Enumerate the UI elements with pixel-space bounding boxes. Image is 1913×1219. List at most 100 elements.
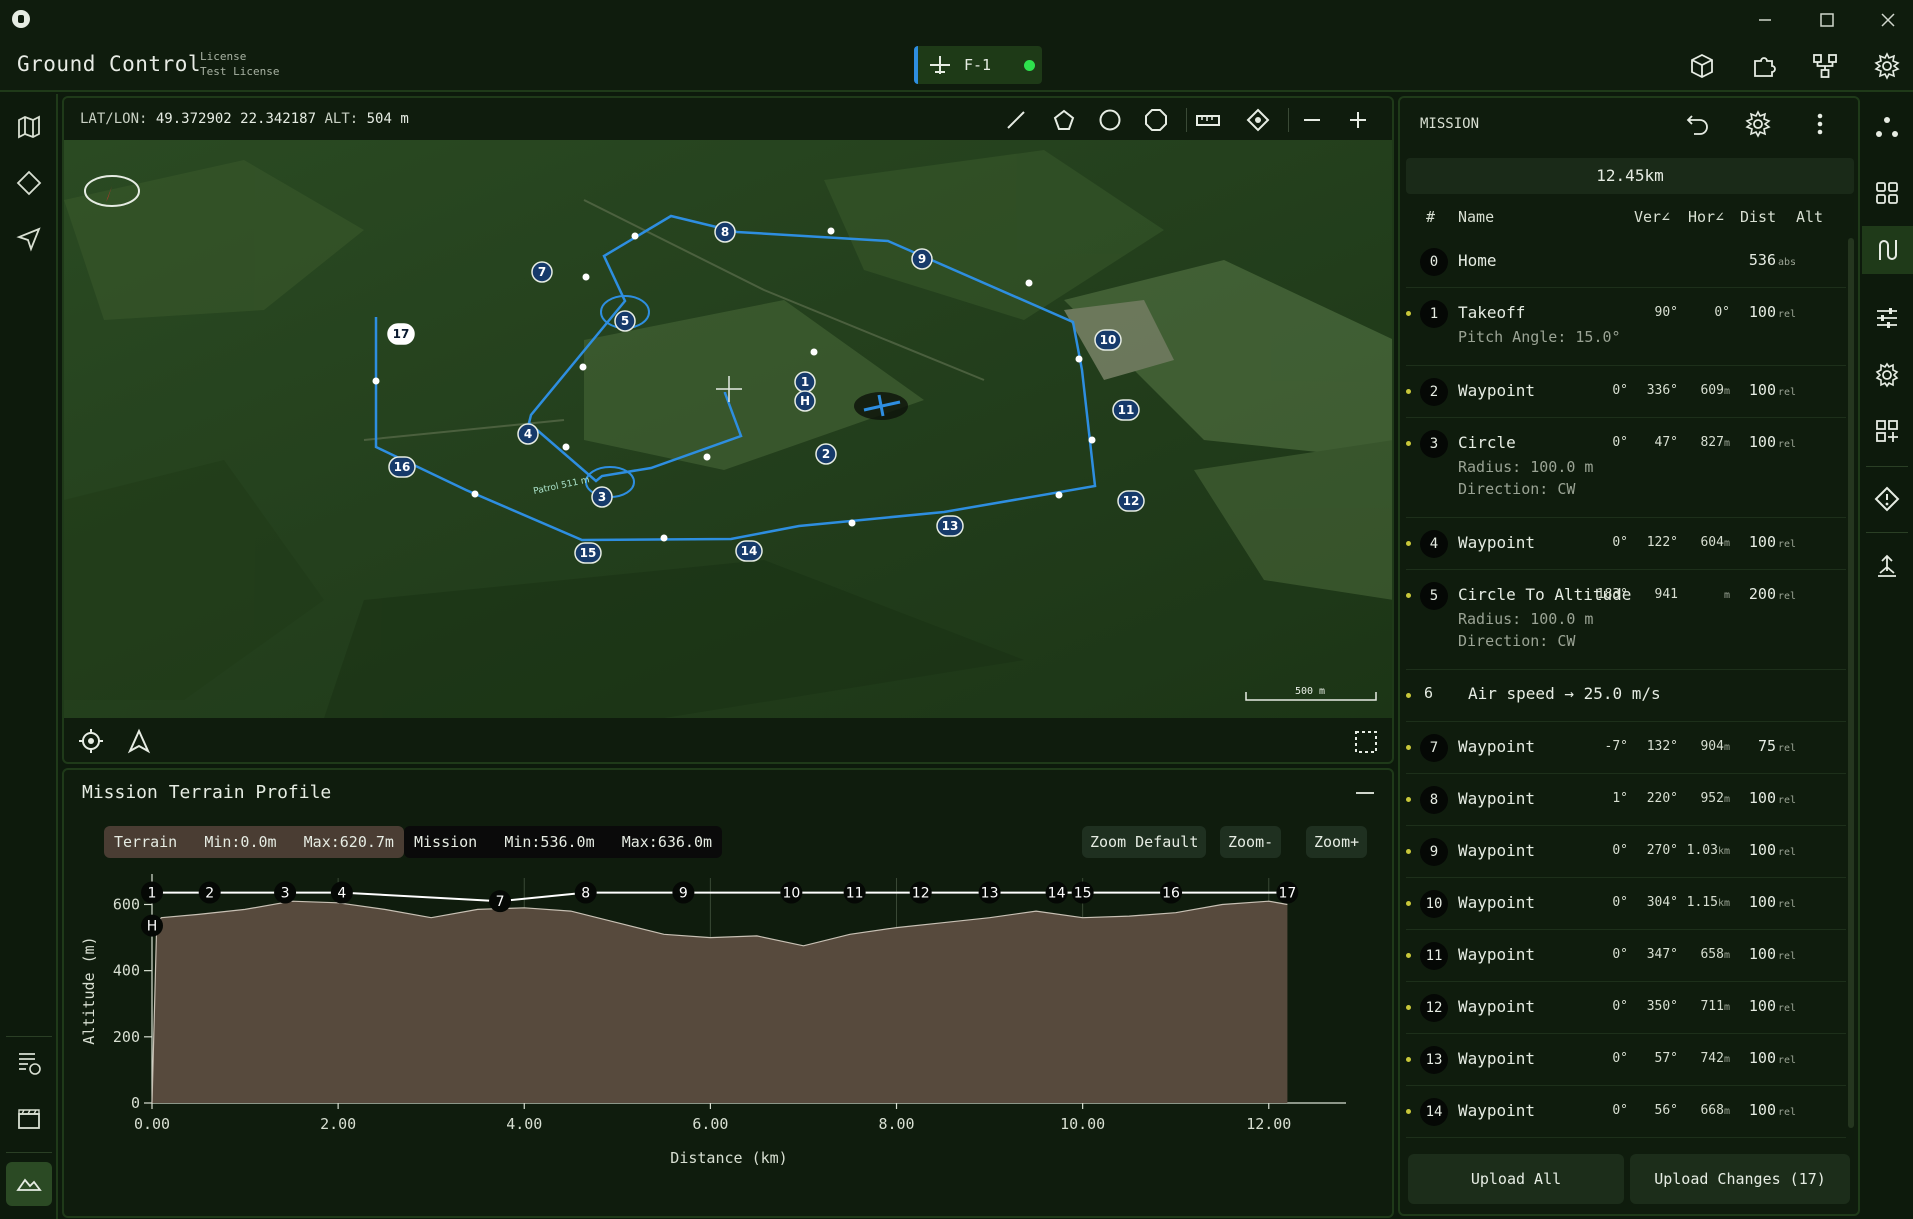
waypoint-marker-9[interactable]: 9 — [911, 248, 933, 270]
clapper-icon[interactable] — [16, 1106, 42, 1132]
header-dist[interactable]: Dist — [1740, 208, 1776, 226]
profile-point-13[interactable]: 13 — [978, 881, 1001, 904]
mission-item-row[interactable]: 13 Waypoint 0° 57° 742m 100 rel — [1406, 1034, 1846, 1086]
close-icon[interactable] — [1873, 8, 1903, 32]
waypoint-marker-13[interactable]: 13 — [936, 515, 964, 537]
sliders-icon[interactable] — [1874, 305, 1900, 331]
profile-point-12[interactable]: 12 — [909, 881, 932, 904]
nodes-icon[interactable] — [1874, 114, 1900, 140]
diamond-icon[interactable] — [16, 170, 42, 196]
profile-point-9[interactable]: 9 — [672, 881, 695, 904]
profile-point-3[interactable]: 3 — [274, 881, 297, 904]
puzzle-icon[interactable] — [1750, 52, 1778, 80]
upload-changes-button[interactable]: Upload Changes (17) — [1630, 1154, 1850, 1204]
mission-item-row[interactable]: 11 Waypoint 0° 347° 658m 100 rel — [1406, 930, 1846, 982]
vehicle-selector[interactable]: F-1 — [914, 46, 1042, 84]
mission-item-row[interactable]: 12 Waypoint 0° 350° 711m 100 rel — [1406, 982, 1846, 1034]
terrain-chart-svg[interactable]: 0.00 2.00 4.00 6.00 8.00 10.00 12.00 0 200 400 600… — [64, 866, 1394, 1218]
zoom-out-button[interactable]: Zoom- — [1220, 826, 1282, 858]
mission-item-row[interactable]: 5 Circle To Altitude Radius: 100.0 m Direct… — [1406, 570, 1846, 670]
mission-item-row[interactable]: 14 Waypoint 0° 56° 668m 100 rel — [1406, 1086, 1846, 1138]
waypoint-marker-14[interactable]: 14 — [735, 540, 763, 562]
profile-point-15[interactable]: 15 — [1071, 881, 1094, 904]
aircraft-icon[interactable] — [854, 392, 908, 420]
header-alt[interactable]: Alt — [1796, 208, 1823, 226]
navigate-icon[interactable] — [126, 728, 152, 754]
waypoint-marker-3[interactable]: 3 — [591, 486, 613, 508]
waypoint-marker-1[interactable]: 1 — [794, 371, 816, 393]
send-icon[interactable] — [16, 226, 42, 252]
mission-item-row[interactable]: 3 Circle Radius: 100.0 m Direction: CW 0° 47°… — [1406, 418, 1846, 518]
waypoint-marker-h[interactable]: H — [794, 390, 816, 412]
select-area-icon[interactable] — [1354, 730, 1378, 754]
satellite-map[interactable]: 500 m 1 H 2 3 4 5 7 8 9 10 11 12 13 14 15 16 17 Patrol 51… — [64, 140, 1394, 718]
mission-item-row[interactable]: 4 Waypoint 0° 122° 604m 100 rel — [1406, 518, 1846, 570]
mission-item-row[interactable]: 0 Home 536 abs — [1406, 236, 1846, 288]
more-vertical-icon[interactable] — [1806, 110, 1834, 138]
zoom-out-icon[interactable] — [1300, 108, 1324, 132]
waypoint-marker-16[interactable]: 16 — [388, 456, 416, 478]
gear-icon[interactable] — [1873, 52, 1901, 80]
header-ver[interactable]: Ver∠ — [1634, 208, 1670, 226]
grid-icon[interactable] — [1874, 180, 1900, 206]
upload-all-button[interactable]: Upload All — [1408, 1154, 1624, 1204]
zoom-default-button[interactable]: Zoom Default — [1082, 826, 1207, 858]
zoom-in-icon[interactable] — [1346, 108, 1370, 132]
waypoint-marker-4[interactable]: 4 — [517, 423, 539, 445]
waypoint-marker-10[interactable]: 10 — [1094, 329, 1122, 351]
mission-item-row[interactable]: 2 Waypoint 0° 336° 609m 100 rel — [1406, 366, 1846, 418]
mission-item-row[interactable]: 6 Air speed → 25.0 m/s — [1406, 670, 1846, 722]
profile-point-h[interactable]: H — [141, 914, 163, 937]
collapse-icon[interactable] — [1356, 792, 1374, 794]
locate-icon[interactable] — [78, 728, 104, 754]
mission-item-row[interactable]: 9 Waypoint 0° 270° 1.03km 100 rel — [1406, 826, 1846, 878]
line-icon[interactable] — [1004, 108, 1028, 132]
waypoint-marker-7[interactable]: 7 — [531, 261, 553, 283]
mission-item-row[interactable]: 7 Waypoint -7° 132° 904m 75 rel — [1406, 722, 1846, 774]
octagon-icon[interactable] — [1144, 108, 1168, 132]
waypoint-marker-11[interactable]: 11 — [1112, 399, 1140, 421]
polygon-icon[interactable] — [1052, 108, 1076, 132]
add-widget-icon[interactable] — [1874, 418, 1900, 444]
mission-item-row[interactable]: 8 Waypoint 1° 220° 952m 100 rel — [1406, 774, 1846, 826]
cube-icon[interactable] — [1688, 52, 1716, 80]
profile-point-11[interactable]: 11 — [843, 881, 866, 904]
route-icon[interactable] — [1874, 237, 1900, 263]
warning-diamond-icon[interactable] — [1874, 486, 1900, 512]
waypoint-marker-15[interactable]: 15 — [574, 542, 602, 564]
terrain-profile-button[interactable] — [6, 1162, 52, 1206]
header-hor[interactable]: Hor∠ — [1688, 208, 1724, 226]
target-icon[interactable] — [1246, 108, 1270, 132]
mission-item-row[interactable]: 10 Waypoint 0° 304° 1.15km 100 rel — [1406, 878, 1846, 930]
waypoint-marker-5[interactable]: 5 — [614, 310, 636, 332]
map-svg[interactable]: 500 m 1H23457891011121314151617Patrol 51… — [64, 140, 1394, 718]
profile-point-17[interactable]: 17 — [1276, 881, 1299, 904]
minimize-icon[interactable] — [1750, 8, 1780, 32]
mission-settings-icon[interactable] — [1744, 110, 1772, 138]
waypoint-marker-2[interactable]: 2 — [815, 443, 837, 465]
ruler-icon[interactable] — [1196, 108, 1220, 132]
profile-point-4[interactable]: 4 — [330, 881, 353, 904]
maximize-icon[interactable] — [1812, 8, 1842, 32]
network-icon[interactable] — [1811, 52, 1839, 80]
mission-item-row[interactable]: 1 Takeoff Pitch Angle: 15.0° 90° 0° 100 rel — [1406, 288, 1846, 366]
profile-point-1[interactable]: 1 — [141, 881, 163, 904]
terrain-chart[interactable]: 0.00 2.00 4.00 6.00 8.00 10.00 12.00 0 200 400 600… — [64, 866, 1394, 1218]
log-icon[interactable] — [16, 1050, 42, 1076]
map-icon[interactable] — [16, 114, 42, 140]
mission-scrollbar[interactable] — [1848, 238, 1854, 1128]
profile-point-2[interactable]: 2 — [198, 881, 221, 904]
profile-point-10[interactable]: 10 — [780, 881, 803, 904]
undo-icon[interactable] — [1684, 110, 1712, 138]
waypoint-marker-17[interactable]: 17 — [387, 323, 415, 345]
gear-icon[interactable] — [1874, 362, 1900, 388]
waypoint-marker-12[interactable]: 12 — [1117, 490, 1145, 512]
profile-point-14[interactable]: 14 — [1045, 881, 1068, 904]
landing-icon[interactable] — [1874, 553, 1900, 579]
profile-point-8[interactable]: 8 — [574, 881, 597, 904]
circle-icon[interactable] — [1098, 108, 1122, 132]
zoom-in-button[interactable]: Zoom+ — [1306, 826, 1368, 858]
profile-point-7[interactable]: 7 — [489, 890, 512, 913]
profile-point-16[interactable]: 16 — [1160, 881, 1183, 904]
waypoint-marker-8[interactable]: 8 — [714, 221, 736, 243]
